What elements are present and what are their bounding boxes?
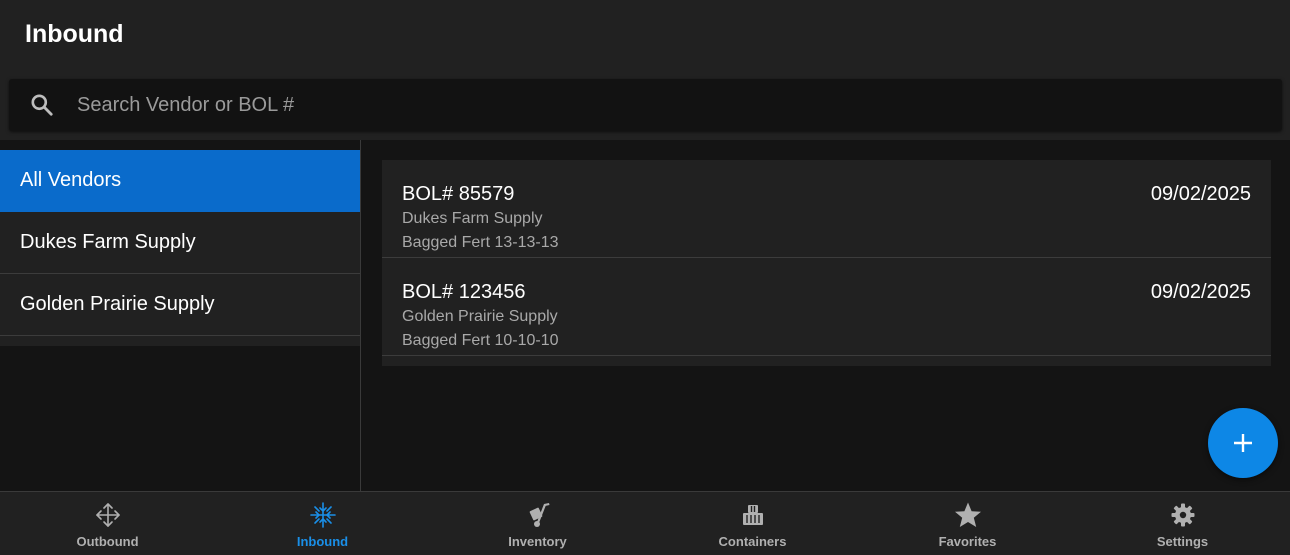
search-bar[interactable]: [9, 79, 1282, 131]
shipment-date: 09/02/2025: [1150, 183, 1251, 205]
plus-icon: [1234, 434, 1252, 452]
bol-number: BOL# 123456: [402, 281, 526, 303]
nav-label: Inbound: [296, 534, 349, 549]
vendor-item-all-vendors[interactable]: All Vendors: [0, 150, 360, 212]
vendor-item-label: Dukes Farm Supply: [20, 231, 196, 253]
nav-settings[interactable]: Settings: [1075, 492, 1290, 555]
inbound-arrows-icon: [309, 502, 336, 528]
bol-number: BOL# 85579: [402, 183, 515, 205]
bottom-navigation: Outbound Inbound Inventory Containers Fa…: [0, 491, 1290, 555]
vendor-item-dukes-farm-supply[interactable]: Dukes Farm Supply: [0, 212, 360, 274]
shipment-date: 09/02/2025: [1150, 281, 1251, 303]
vendor-item-label: Golden Prairie Supply: [20, 293, 215, 315]
nav-label: Inventory: [508, 534, 567, 549]
app-header: Inbound: [0, 0, 1290, 140]
nav-label: Containers: [718, 534, 787, 549]
vendor-list: All Vendors Dukes Farm Supply Golden Pra…: [0, 150, 360, 346]
gear-icon: [1171, 503, 1194, 527]
nav-outbound[interactable]: Outbound: [0, 492, 215, 555]
nav-label: Outbound: [76, 534, 139, 549]
nav-inventory[interactable]: Inventory: [430, 492, 645, 555]
nav-label: Favorites: [938, 534, 997, 549]
shipment-list: BOL# 85579 09/02/2025 Dukes Farm Supply …: [382, 160, 1271, 366]
hand-truck-icon: [529, 503, 549, 527]
shipment-card[interactable]: BOL# 85579 09/02/2025 Dukes Farm Supply …: [382, 160, 1271, 258]
search-input[interactable]: [77, 79, 1267, 131]
search-icon: [31, 94, 53, 116]
add-shipment-button[interactable]: [1208, 408, 1278, 478]
shipment-product: Bagged Fert 13-13-13: [402, 234, 559, 251]
shipment-vendor: Dukes Farm Supply: [402, 210, 543, 227]
page-title: Inbound: [25, 20, 124, 48]
shipment-vendor: Golden Prairie Supply: [402, 308, 558, 325]
nav-inbound[interactable]: Inbound: [215, 492, 430, 555]
shipment-card[interactable]: BOL# 123456 09/02/2025 Golden Prairie Su…: [382, 258, 1271, 356]
shipment-product: Bagged Fert 10-10-10: [402, 332, 559, 349]
nav-containers[interactable]: Containers: [645, 492, 860, 555]
nav-label: Settings: [1156, 534, 1209, 549]
containers-icon: [742, 505, 763, 525]
shipment-panel: BOL# 85579 09/02/2025 Dukes Farm Supply …: [362, 140, 1290, 491]
vendor-item-golden-prairie-supply[interactable]: Golden Prairie Supply: [0, 274, 360, 336]
nav-favorites[interactable]: Favorites: [860, 492, 1075, 555]
move-arrows-icon: [95, 503, 120, 527]
star-icon: [954, 502, 981, 527]
vendor-sidebar: All Vendors Dukes Farm Supply Golden Pra…: [0, 140, 361, 491]
vendor-item-label: All Vendors: [20, 169, 122, 191]
